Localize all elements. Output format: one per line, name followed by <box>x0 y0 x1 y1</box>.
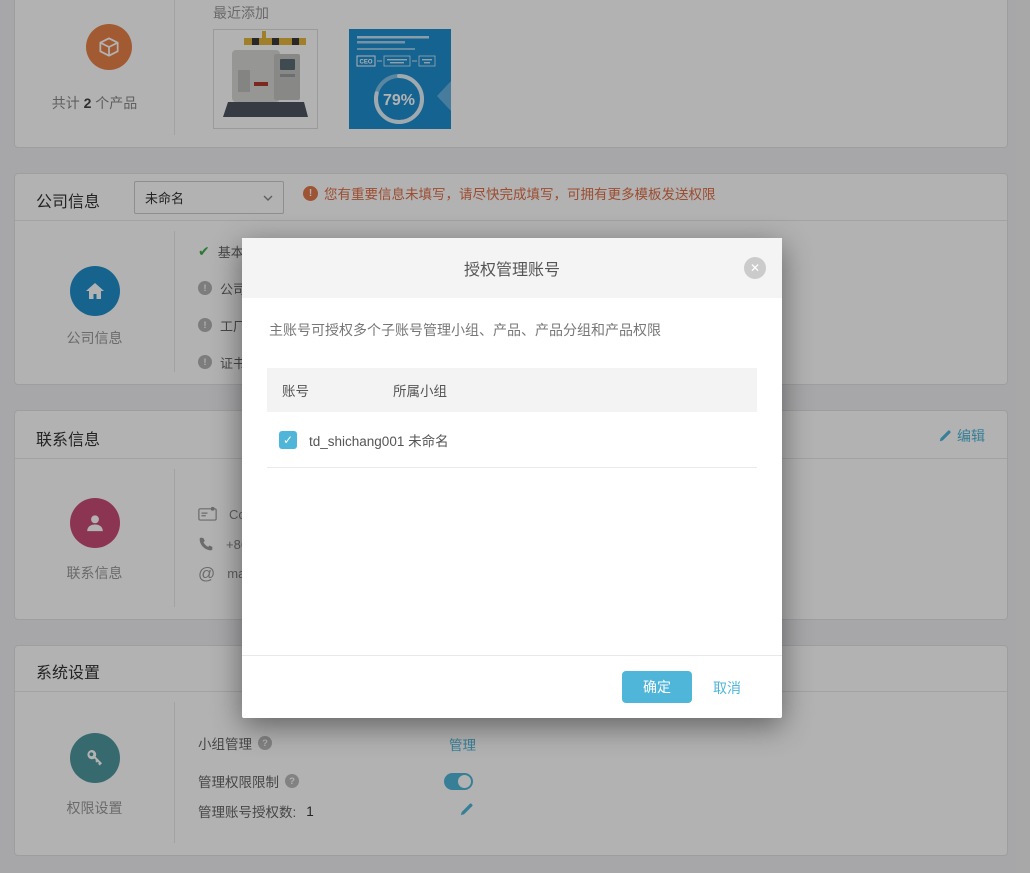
confirm-button[interactable]: 确定 <box>622 671 692 703</box>
column-account: 账号 <box>282 380 309 400</box>
authorize-accounts-modal: 授权管理账号 ✕ 主账号可授权多个子账号管理小组、产品、产品分组和产品权限 账号… <box>242 238 782 718</box>
account-settings-page: 共计 2 个产品 最近添加 <box>0 0 1030 873</box>
account-table-row: ✓ td_shichang001 未命名 <box>267 412 757 468</box>
close-icon[interactable]: ✕ <box>744 257 766 279</box>
account-cell: td_shichang001 未命名 <box>309 430 449 450</box>
cancel-button[interactable]: 取消 <box>713 678 741 698</box>
modal-description: 主账号可授权多个子账号管理小组、产品、产品分组和产品权限 <box>269 320 661 340</box>
modal-title: 授权管理账号 <box>464 256 560 280</box>
account-group: 未命名 <box>408 434 449 449</box>
account-name: td_shichang001 <box>309 434 404 449</box>
column-group: 所属小组 <box>393 380 447 400</box>
modal-footer: 确定 取消 <box>242 655 782 718</box>
modal-header: 授权管理账号 ✕ <box>242 238 782 298</box>
accounts-table-header: 账号 所属小组 <box>267 368 757 412</box>
account-checkbox[interactable]: ✓ <box>279 431 297 449</box>
